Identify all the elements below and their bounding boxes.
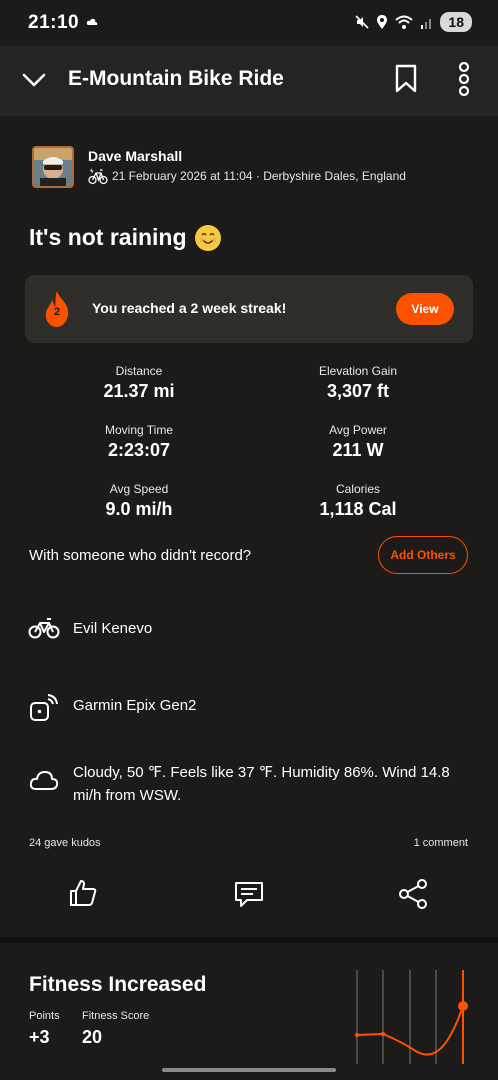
stat-label: Calories (335, 482, 380, 496)
stat-value: 21.37 mi (103, 381, 175, 401)
points-label: Points (29, 1010, 60, 1022)
more-vertical-icon[interactable] (454, 62, 474, 96)
comment-icon[interactable] (233, 880, 265, 908)
cloud-icon (29, 771, 59, 790)
notification-cloud-icon (86, 18, 98, 25)
bookmark-icon[interactable] (394, 64, 418, 94)
stat-avg-speed: Avg Speed 9.0 mi/h (39, 482, 239, 520)
stat-label: Elevation Gain (318, 364, 398, 378)
battery-level: 18 (440, 12, 472, 32)
page-title: E-Mountain Bike Ride (68, 67, 284, 90)
stat-value: 211 W (332, 440, 384, 460)
fitness-title: Fitness Increased (29, 973, 207, 996)
stat-label: Distance (115, 364, 163, 378)
location-icon (377, 15, 388, 29)
mute-icon (355, 15, 369, 29)
fitness-trend-chart (354, 970, 468, 1064)
gear-bike-row[interactable]: Evil Kenevo (28, 617, 468, 640)
chevron-down-icon[interactable] (20, 68, 48, 92)
stat-calories: Calories 1,118 Cal (258, 482, 458, 520)
streak-text: You reached a 2 week streak! (92, 300, 287, 316)
ebike-icon (88, 168, 108, 185)
streak-count: 2 (53, 306, 61, 318)
author-header: Dave Marshall 21 February 2026 at 11:04 … (32, 146, 406, 188)
stat-value: 1,118 Cal (319, 499, 397, 519)
status-time: 21:10 (28, 12, 80, 33)
add-others-button[interactable]: Add Others (378, 536, 468, 574)
streak-card: 2 You reached a 2 week streak! View (25, 275, 473, 343)
section-divider (0, 937, 498, 943)
stat-value: 9.0 mi/h (105, 499, 173, 519)
weather-row: Cloudy, 50 ℉. Feels like 37 ℉. Humidity … (28, 761, 468, 807)
share-icon[interactable] (398, 878, 430, 910)
author-name[interactable]: Dave Marshall (88, 148, 406, 164)
avatar[interactable] (32, 146, 74, 188)
signal-icon (421, 19, 432, 29)
view-streak-button[interactable]: View (396, 293, 454, 325)
status-bar: 21:10 18 (0, 0, 498, 46)
wifi-icon (395, 15, 414, 29)
activity-title-text: It's not raining (29, 224, 187, 250)
weather-text: Cloudy, 50 ℉. Feels like 37 ℉. Humidity … (73, 764, 450, 804)
watch-icon (30, 694, 58, 721)
home-indicator[interactable] (162, 1068, 336, 1072)
stat-elevation-gain: Elevation Gain 3,307 ft (258, 364, 458, 402)
stat-distance: Distance 21.37 mi (39, 364, 239, 402)
stat-label: Avg Power (329, 423, 387, 437)
device-name: Garmin Epix Gen2 (73, 697, 197, 714)
add-others-prompt: With someone who didn't record? (29, 547, 252, 564)
comment-count[interactable]: 1 comment (414, 837, 468, 849)
activity-title: It's not raining (29, 224, 221, 251)
bike-name: Evil Kenevo (73, 620, 153, 637)
activity-meta: 21 February 2026 at 11:04 · Derbyshire D… (112, 169, 406, 183)
fitness-score-label: Fitness Score (82, 1010, 150, 1022)
bike-icon (28, 618, 60, 639)
stat-avg-power: Avg Power 211 W (258, 423, 458, 461)
points-value: +3 (29, 1027, 50, 1047)
fitness-score-value: 20 (82, 1027, 103, 1047)
smiling-emoji-icon (194, 224, 221, 251)
device-row: Garmin Epix Gen2 (28, 694, 468, 724)
stat-moving-time: Moving Time 2:23:07 (39, 423, 239, 461)
app-bar: E-Mountain Bike Ride (0, 46, 498, 116)
stat-label: Avg Speed (109, 482, 169, 496)
stat-value: 2:23:07 (107, 440, 171, 460)
kudos-count[interactable]: 24 gave kudos (29, 837, 101, 849)
stat-label: Moving Time (104, 423, 174, 437)
stat-value: 3,307 ft (326, 381, 390, 401)
thumbs-up-icon[interactable] (68, 878, 98, 908)
